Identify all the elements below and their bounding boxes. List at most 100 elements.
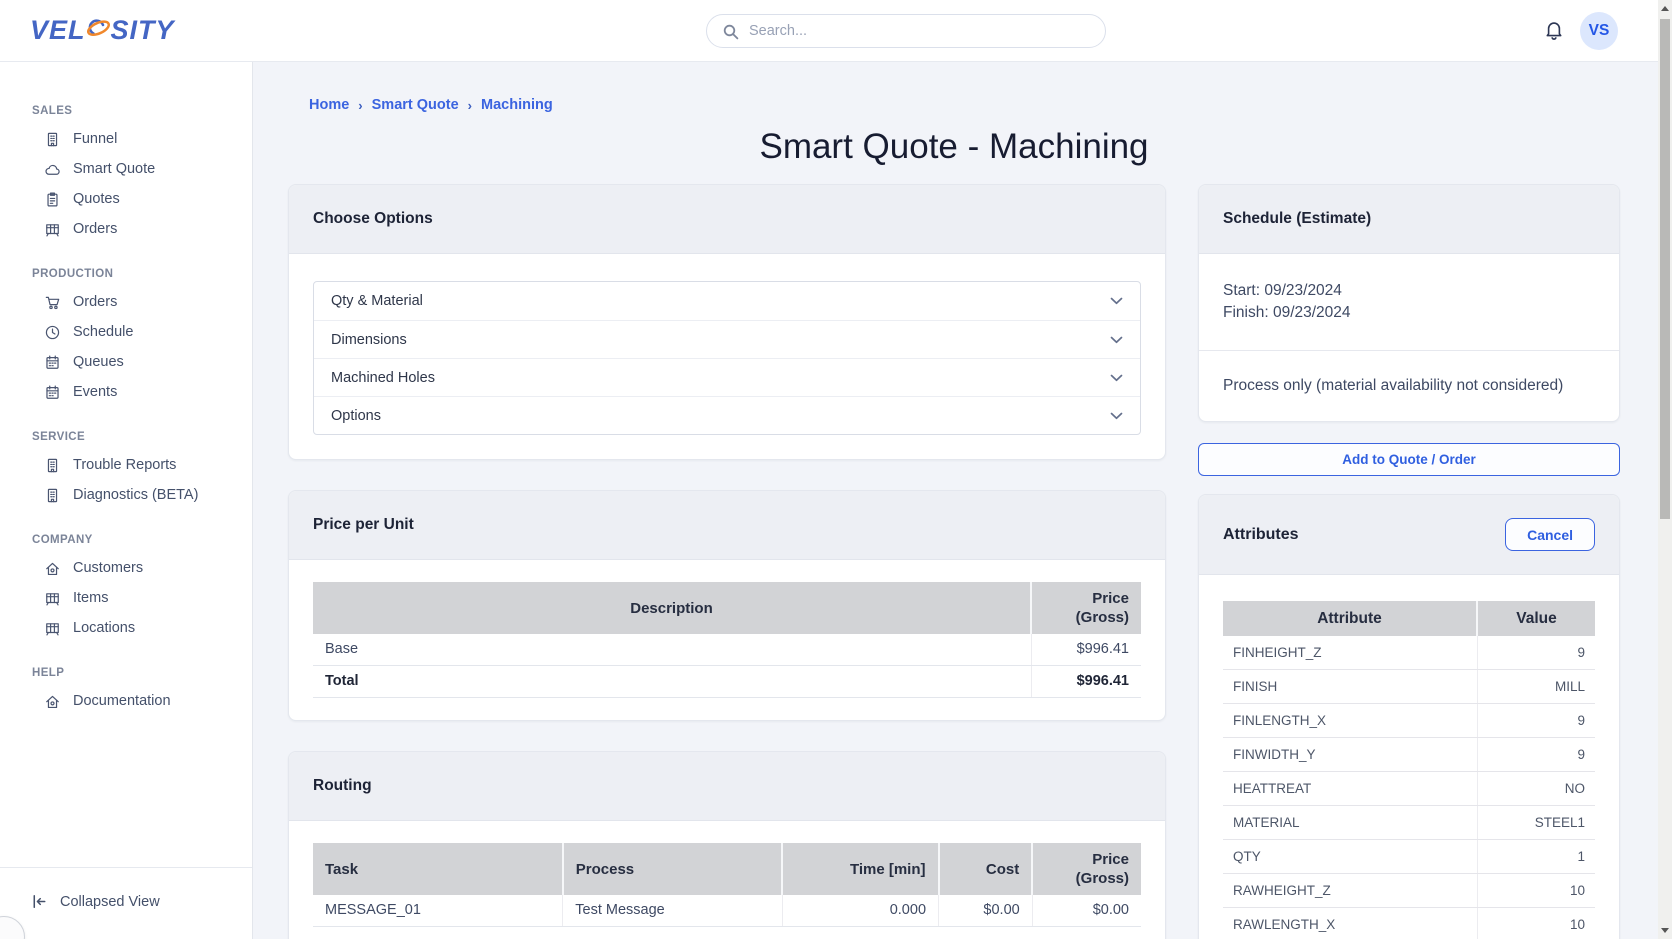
- attributes-card: Attributes Cancel Attribute Value: [1198, 494, 1620, 939]
- sidebar-section-sales: SALES Funnel Smart Quote Quotes Orders: [0, 98, 252, 244]
- sidebar-item-events[interactable]: Events: [0, 377, 252, 407]
- sidebar-section-service: SERVICE Trouble Reports Diagnostics (BET…: [0, 424, 252, 510]
- add-to-quote-order-button[interactable]: Add to Quote / Order: [1198, 443, 1620, 476]
- sidebar-item-orders-production[interactable]: Orders: [0, 287, 252, 317]
- attribute-value: 10: [1477, 908, 1595, 939]
- sidebar-section-production: PRODUCTION Orders Schedule Queues Events: [0, 261, 252, 407]
- scrollbar-thumb[interactable]: [1660, 19, 1670, 519]
- attribute-value: 10: [1477, 874, 1595, 908]
- table-row: MATERIAL STEEL1: [1223, 806, 1595, 840]
- breadcrumb-machining[interactable]: Machining: [481, 97, 553, 113]
- sidebar-item-orders-sales[interactable]: Orders: [0, 214, 252, 244]
- sidebar-item-customers[interactable]: Customers: [0, 553, 252, 583]
- attribute-name: RAWLENGTH_X: [1223, 908, 1477, 939]
- table-row: MESSAGE_01 Test Message 0.000 $0.00 $0.0…: [313, 895, 1141, 927]
- attribute-name: MATERIAL: [1223, 806, 1477, 840]
- top-navbar: VEL SITY VS: [0, 0, 1658, 62]
- attributes-col-attribute: Attribute: [1223, 601, 1477, 636]
- sidebar-item-label: Smart Quote: [73, 161, 155, 177]
- routing-row-cost: $0.00: [939, 895, 1033, 927]
- building-icon: [44, 487, 61, 504]
- sidebar-item-items[interactable]: Items: [0, 583, 252, 613]
- sidebar-item-queues[interactable]: Queues: [0, 347, 252, 377]
- logo-text-prefix: VEL: [30, 15, 86, 46]
- breadcrumb-separator: ›: [468, 98, 472, 113]
- accordion-label: Qty & Material: [331, 293, 423, 309]
- cloud-icon: [44, 161, 61, 178]
- sidebar-item-quotes[interactable]: Quotes: [0, 184, 252, 214]
- choose-options-card: Choose Options Qty & Material Dimensions…: [288, 184, 1166, 460]
- table-row: RAWLENGTH_X 10: [1223, 908, 1595, 939]
- chevron-down-icon: [1110, 336, 1123, 344]
- sidebar-item-label: Queues: [73, 354, 124, 370]
- calendar-icon: [44, 384, 61, 401]
- sidebar: SALES Funnel Smart Quote Quotes Orders P…: [0, 62, 253, 939]
- logo-text-suffix: SITY: [111, 15, 175, 46]
- accordion-item-qty-material[interactable]: Qty & Material: [314, 282, 1140, 320]
- table-row: Base $996.41: [313, 634, 1141, 666]
- sidebar-item-label: Customers: [73, 560, 143, 576]
- collapse-sidebar-button[interactable]: Collapsed View: [0, 867, 252, 939]
- sidebar-item-diagnostics[interactable]: Diagnostics (BETA): [0, 480, 252, 510]
- routing-col-process: Process: [563, 843, 783, 895]
- routing-row-process: Test Message: [563, 895, 783, 927]
- routing-row-price: $0.00: [1032, 895, 1141, 927]
- schedule-start: Start: 09/23/2024: [1223, 280, 1595, 302]
- schedule-finish: Finish: 09/23/2024: [1223, 302, 1595, 324]
- sidebar-section-label: PRODUCTION: [0, 261, 252, 287]
- table-grid-icon: [44, 590, 61, 607]
- clock-icon: [44, 324, 61, 341]
- price-per-unit-title: Price per Unit: [289, 491, 1165, 560]
- sidebar-item-label: Locations: [73, 620, 135, 636]
- sidebar-item-schedule[interactable]: Schedule: [0, 317, 252, 347]
- attribute-value: 9: [1477, 704, 1595, 738]
- sidebar-item-label: Quotes: [73, 191, 120, 207]
- sidebar-item-funnel[interactable]: Funnel: [0, 124, 252, 154]
- accordion-item-options[interactable]: Options: [314, 396, 1140, 434]
- attribute-value: 9: [1477, 738, 1595, 772]
- home-icon: [44, 693, 61, 710]
- price-row-description: Base: [313, 634, 1031, 666]
- routing-card: Routing Task Process Time [min] Cost Pri…: [288, 751, 1166, 939]
- attribute-value: NO: [1477, 772, 1595, 806]
- routing-col-time: Time [min]: [782, 843, 938, 895]
- sidebar-section-label: SERVICE: [0, 424, 252, 450]
- notifications-bell-icon[interactable]: [1542, 19, 1566, 43]
- routing-row-time: 0.000: [782, 895, 938, 927]
- accordion-item-machined-holes[interactable]: Machined Holes: [314, 358, 1140, 396]
- calendar-icon: [44, 354, 61, 371]
- breadcrumb-smart-quote[interactable]: Smart Quote: [372, 97, 459, 113]
- breadcrumb-home[interactable]: Home: [309, 97, 349, 113]
- cancel-button[interactable]: Cancel: [1505, 518, 1595, 551]
- attributes-table: Attribute Value FINHEIGHT_Z 9 FINISH: [1223, 601, 1595, 939]
- table-row: FINISH MILL: [1223, 670, 1595, 704]
- attribute-name: QTY: [1223, 840, 1477, 874]
- user-avatar[interactable]: VS: [1580, 12, 1618, 50]
- table-row: FINLENGTH_X 9: [1223, 704, 1595, 738]
- routing-col-task: Task: [313, 843, 563, 895]
- collapse-label: Collapsed View: [60, 894, 160, 910]
- search-input[interactable]: [707, 15, 1105, 47]
- scrollbar-down-arrow[interactable]: [1661, 928, 1669, 933]
- accordion-item-dimensions[interactable]: Dimensions: [314, 320, 1140, 358]
- sidebar-item-trouble-reports[interactable]: Trouble Reports: [0, 450, 252, 480]
- sidebar-item-label: Orders: [73, 221, 117, 237]
- sidebar-item-smart-quote[interactable]: Smart Quote: [0, 154, 252, 184]
- table-row: FINWIDTH_Y 9: [1223, 738, 1595, 772]
- sidebar-item-locations[interactable]: Locations: [0, 613, 252, 643]
- cart-icon: [44, 294, 61, 311]
- routing-col-cost: Cost: [939, 843, 1033, 895]
- sidebar-section-label: HELP: [0, 660, 252, 686]
- table-row: QTY 1: [1223, 840, 1595, 874]
- breadcrumb: Home › Smart Quote › Machining: [309, 97, 1658, 113]
- sidebar-section-label: COMPANY: [0, 527, 252, 553]
- attribute-value: STEEL1: [1477, 806, 1595, 840]
- routing-title: Routing: [289, 752, 1165, 821]
- sidebar-item-documentation[interactable]: Documentation: [0, 686, 252, 716]
- app-logo[interactable]: VEL SITY: [30, 15, 175, 46]
- price-col-description: Description: [313, 582, 1031, 634]
- sidebar-item-label: Orders: [73, 294, 117, 310]
- sidebar-item-label: Documentation: [73, 693, 171, 709]
- scrollbar-up-arrow[interactable]: [1661, 6, 1669, 11]
- logo-orbit-icon: [85, 16, 112, 43]
